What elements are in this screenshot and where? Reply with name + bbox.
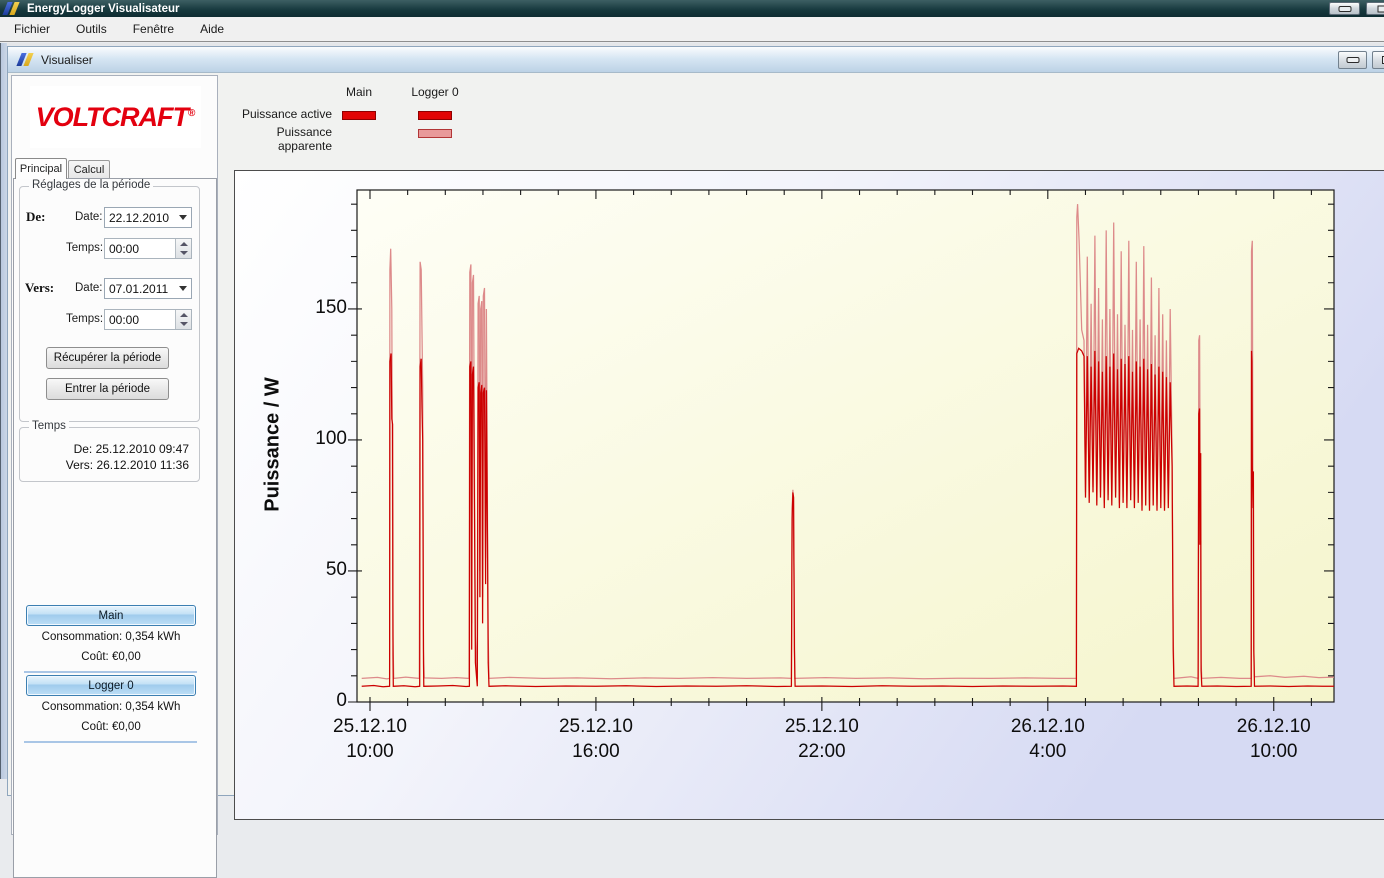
to-time-value: 00:00 bbox=[109, 313, 139, 327]
from-time-label: Temps: bbox=[66, 242, 103, 254]
main-logger-button[interactable]: Main bbox=[26, 605, 196, 626]
from-time-spinner[interactable]: 00:00 bbox=[104, 238, 192, 259]
inner-minimize-icon bbox=[1346, 57, 1359, 63]
period-group-title: Réglages de la période bbox=[29, 179, 153, 191]
chevron-down-icon bbox=[179, 215, 187, 220]
to-label: Vers: bbox=[25, 280, 54, 296]
logger0-consumption: Consommation: 0,354 kWh bbox=[14, 701, 208, 713]
spinner-down-icon bbox=[180, 322, 188, 326]
spinner-buttons[interactable] bbox=[175, 310, 191, 329]
app-icon bbox=[3, 2, 21, 15]
menu-outils[interactable]: Outils bbox=[64, 18, 119, 40]
logo-text: VOLTCRAFT bbox=[36, 102, 188, 132]
spinner-up-icon bbox=[180, 313, 188, 317]
minimize-icon bbox=[1338, 6, 1351, 12]
divider bbox=[24, 671, 197, 673]
app-titlebar: EnergyLogger Visualisateur bbox=[0, 0, 1384, 17]
to-time-spinner[interactable]: 00:00 bbox=[104, 309, 192, 330]
legend-column-logger0: Logger 0 bbox=[395, 85, 475, 99]
window-left-frame bbox=[0, 43, 7, 779]
to-date-combobox[interactable]: 07.01.2011 bbox=[104, 278, 192, 299]
spinner-up-icon bbox=[180, 242, 188, 246]
maximize-icon bbox=[1377, 5, 1384, 12]
legend-column-main: Main bbox=[319, 85, 399, 99]
inner-maximize-button[interactable] bbox=[1372, 51, 1384, 69]
menu-fichier[interactable]: Fichier bbox=[2, 18, 62, 40]
legend-row-active-label: Puissance active bbox=[233, 107, 332, 121]
menu-fenetre[interactable]: Fenêtre bbox=[121, 18, 186, 40]
y-tick-label: 0 bbox=[269, 690, 347, 712]
power-chart[interactable] bbox=[345, 176, 1384, 736]
minimize-button[interactable] bbox=[1329, 2, 1360, 15]
tab-page-principal: Réglages de la période De: Date: 22.12.2… bbox=[13, 178, 217, 878]
visualiser-titlebar[interactable]: Visualiser bbox=[8, 47, 1384, 73]
main-cost: Coût: €0,00 bbox=[14, 651, 208, 663]
time-range-to: Vers: 26.12.2010 11:36 bbox=[66, 458, 189, 472]
from-label: De: bbox=[26, 209, 46, 225]
menu-aide[interactable]: Aide bbox=[188, 18, 236, 40]
visualiser-icon bbox=[17, 53, 35, 66]
x-tick-label: 26.12.1010:00 bbox=[1204, 714, 1344, 764]
spinner-down-icon bbox=[180, 251, 188, 255]
fetch-period-button[interactable]: Récupérer la période bbox=[46, 347, 169, 369]
menu-bar: Fichier Outils Fenêtre Aide bbox=[0, 17, 1384, 42]
time-group-title: Temps bbox=[29, 420, 69, 432]
y-tick-label: 100 bbox=[269, 428, 347, 450]
active-logger0-swatch bbox=[418, 111, 452, 120]
x-tick-label: 25.12.1022:00 bbox=[752, 714, 892, 764]
period-settings-group: Réglages de la période De: Date: 22.12.2… bbox=[19, 186, 200, 422]
tab-principal[interactable]: Principal bbox=[15, 158, 67, 179]
time-range-group: Temps De: 25.12.2010 09:47 Vers: 26.12.2… bbox=[19, 427, 200, 482]
spinner-buttons[interactable] bbox=[175, 239, 191, 258]
main-consumption: Consommation: 0,354 kWh bbox=[14, 631, 208, 643]
chart-widget[interactable]: Puissance / W 05010015025.12.1010:0025.1… bbox=[234, 170, 1384, 820]
apparent-logger0-swatch bbox=[418, 129, 452, 138]
enter-period-button[interactable]: Entrer la période bbox=[46, 378, 169, 400]
time-range-from: De: 25.12.2010 09:47 bbox=[74, 442, 189, 456]
inner-minimize-button[interactable] bbox=[1338, 51, 1367, 69]
tab-calcul[interactable]: Calcul bbox=[68, 160, 110, 179]
x-tick-label: 25.12.1016:00 bbox=[526, 714, 666, 764]
y-tick-label: 150 bbox=[269, 297, 347, 319]
visualiser-window: Visualiser VOLTCRAFT® Principal Calcul R… bbox=[7, 46, 1384, 796]
logger0-button[interactable]: Logger 0 bbox=[26, 675, 196, 696]
to-time-label: Temps: bbox=[66, 313, 103, 325]
logo-registered-mark: ® bbox=[188, 108, 195, 119]
from-time-value: 00:00 bbox=[109, 242, 139, 256]
sidebar-panel: VOLTCRAFT® Principal Calcul Réglages de … bbox=[11, 75, 218, 835]
screen: { "window": { "title": "EnergyLogger Vis… bbox=[0, 0, 1384, 779]
from-date-label: Date: bbox=[75, 211, 103, 223]
visualiser-title: Visualiser bbox=[41, 53, 93, 67]
legend-row-apparent-label: Puissance apparente bbox=[233, 125, 332, 153]
voltcraft-logo: VOLTCRAFT® bbox=[30, 86, 201, 148]
logger0-cost: Coût: €0,00 bbox=[14, 721, 208, 733]
chart-legend: Main Logger 0 Puissance active Puissance… bbox=[233, 75, 653, 170]
active-main-swatch bbox=[342, 111, 376, 120]
x-tick-label: 25.12.1010:00 bbox=[300, 714, 440, 764]
divider bbox=[24, 741, 197, 743]
to-date-label: Date: bbox=[75, 282, 103, 294]
app-title: EnergyLogger Visualisateur bbox=[27, 3, 180, 15]
x-tick-label: 26.12.104:00 bbox=[978, 714, 1118, 764]
y-tick-label: 50 bbox=[269, 559, 347, 581]
chevron-down-icon bbox=[179, 286, 187, 291]
from-date-value: 22.12.2010 bbox=[109, 211, 169, 225]
from-date-combobox[interactable]: 22.12.2010 bbox=[104, 207, 192, 228]
to-date-value: 07.01.2011 bbox=[109, 282, 168, 296]
maximize-button[interactable] bbox=[1366, 2, 1384, 15]
